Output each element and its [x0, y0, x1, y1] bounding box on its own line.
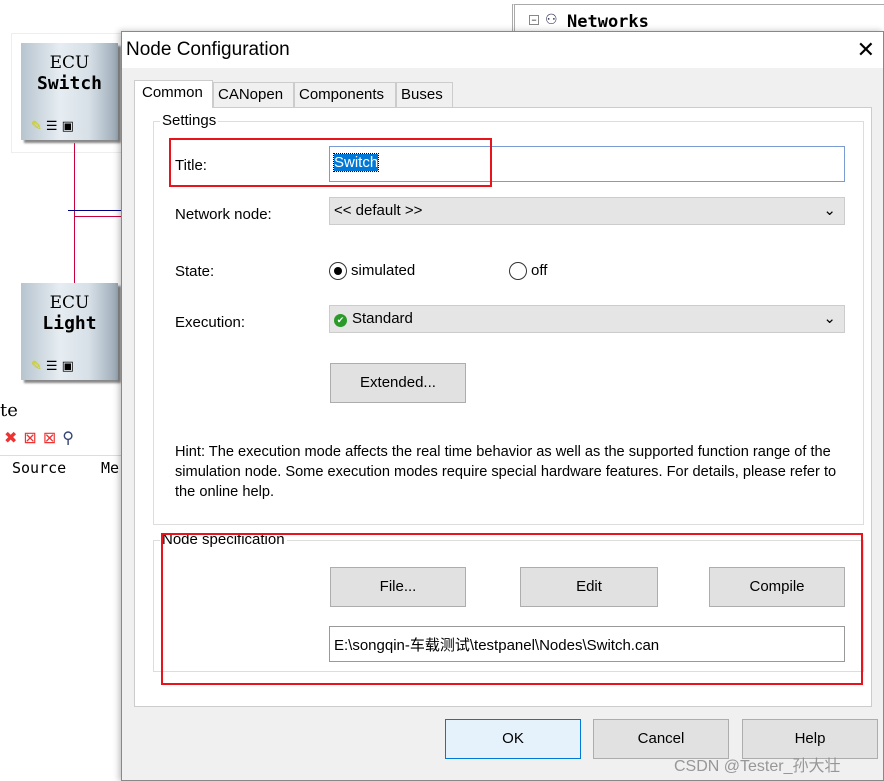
ecu-label: ECU — [49, 53, 90, 73]
chevron-down-icon: ⌄ — [823, 202, 836, 219]
execution-label: Execution: — [175, 314, 246, 331]
ecu-name: Switch — [36, 73, 103, 94]
network-node-value: << default >> — [334, 202, 423, 219]
ok-button[interactable]: OK — [445, 719, 581, 759]
ecu-node-switch[interactable]: ECU Switch ✎☰▣ — [21, 43, 118, 140]
monitor-icon[interactable]: ▣ — [62, 359, 78, 374]
column-header-source[interactable]: Source — [12, 459, 66, 477]
ecu-label: ECU — [49, 293, 90, 313]
stack-icon[interactable]: ☰ — [46, 359, 62, 374]
stack-icon[interactable]: ☰ — [46, 119, 62, 134]
pencil-icon[interactable]: ✎ — [31, 359, 46, 374]
delete-icon[interactable]: ✖ — [4, 430, 23, 447]
radio-unchecked-icon[interactable] — [509, 262, 527, 281]
bus-line-navy — [68, 210, 123, 211]
tab-buses[interactable]: Buses — [396, 82, 453, 107]
networks-label: Networks — [567, 12, 649, 32]
ecu-node-light[interactable]: ECU Light ✎☰▣ — [21, 283, 118, 380]
highlight-box-node-spec — [161, 533, 863, 685]
check-icon: ✔ — [334, 314, 347, 327]
monitor-icon[interactable]: ▣ — [62, 119, 78, 134]
state-radio-off[interactable]: off — [509, 262, 548, 281]
extended-button[interactable]: Extended... — [330, 363, 466, 403]
clear-all-icon[interactable]: ⊠ — [43, 430, 62, 447]
clear-icon[interactable]: ⊠ — [23, 430, 42, 447]
tab-components[interactable]: Components — [294, 82, 396, 107]
execution-select[interactable]: ✔ Standard ⌄ — [329, 305, 845, 333]
bus-line-vertical — [74, 143, 75, 283]
state-label: State: — [175, 263, 215, 280]
dialog-titlebar[interactable]: Node Configuration — [122, 32, 883, 68]
collapse-icon[interactable]: − — [529, 15, 539, 25]
settings-group-label: Settings — [160, 112, 219, 129]
network-node-label: Network node: — [175, 206, 272, 223]
ecu-name: Light — [42, 313, 97, 334]
find-icon[interactable]: ⚲ — [62, 430, 80, 447]
dialog-title: Node Configuration — [126, 39, 290, 60]
toolbar: ✖⊠⊠⚲ — [4, 428, 80, 448]
network-icon: ⚇ — [545, 11, 558, 27]
state-radio-simulated[interactable]: simulated — [329, 262, 416, 281]
radio-label: simulated — [351, 262, 416, 279]
tab-canopen[interactable]: CANopen — [213, 82, 294, 107]
tab-common[interactable]: Common — [134, 80, 213, 108]
highlight-box-title — [169, 138, 492, 187]
radio-label: off — [531, 262, 548, 279]
execution-hint: Hint: The execution mode affects the rea… — [175, 444, 837, 500]
column-header-message[interactable]: Me — [101, 459, 119, 477]
pencil-icon[interactable]: ✎ — [31, 119, 46, 134]
chevron-down-icon: ⌄ — [823, 310, 836, 327]
watermark: CSDN @Tester_孙大壮 — [674, 758, 841, 775]
execution-value: Standard — [352, 310, 413, 327]
bus-line-red — [74, 216, 123, 217]
network-node-select[interactable]: << default >> ⌄ — [329, 197, 845, 225]
radio-checked-icon[interactable] — [329, 262, 347, 281]
panel-title-partial: te — [0, 400, 18, 421]
column-header-border — [0, 455, 121, 456]
close-icon[interactable]: ✕ — [857, 37, 875, 63]
